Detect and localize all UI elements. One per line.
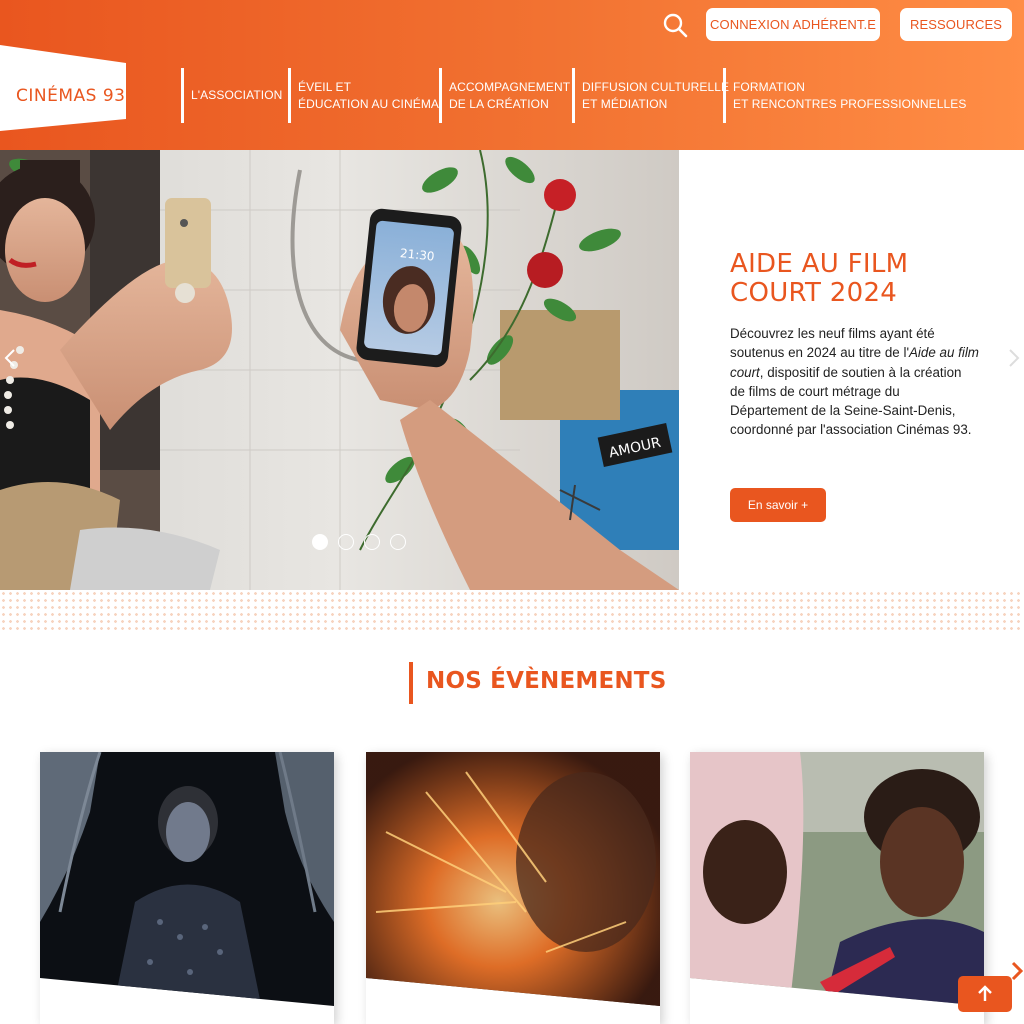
hero-desc-text: , dispositif de soutien à la création de…: [730, 364, 972, 438]
slider-dot-3[interactable]: [364, 534, 380, 550]
hero-title-line: AIDE AU FILM: [730, 249, 909, 279]
nav-item-accompagnement[interactable]: ACCOMPAGNEMENT DE LA CRÉATION: [439, 68, 571, 123]
nav-label: ÉDUCATION AU CINÉMA: [298, 96, 440, 111]
nav-label: FORMATION: [733, 79, 806, 94]
nav-label: ET MÉDIATION: [582, 96, 668, 111]
arrow-up-icon: [978, 985, 992, 1001]
logo-text: CINÉMAS 93: [16, 86, 126, 106]
hero-description: Découvrez les neuf films ayant été soute…: [730, 324, 980, 440]
event-card-image: [40, 752, 334, 1006]
nav-label: ÉVEIL ET: [298, 79, 352, 94]
event-card[interactable]: [366, 752, 660, 1024]
chevron-left-icon: [4, 349, 15, 367]
slider-prev-button[interactable]: [2, 346, 18, 370]
dotted-separator: [0, 590, 1024, 630]
member-login-button[interactable]: CONNEXION ADHÉRENT.E: [706, 8, 880, 41]
search-icon: [663, 13, 688, 38]
event-card[interactable]: [690, 752, 984, 1024]
hero-desc-text: Découvrez les neuf films ayant été soute…: [730, 326, 935, 361]
event-card-image: [690, 752, 984, 1006]
slider-dot-1[interactable]: [312, 534, 328, 550]
slider-next-button[interactable]: [1006, 346, 1022, 370]
slider-dot-2[interactable]: [338, 534, 354, 550]
nav-item-association[interactable]: L'ASSOCIATION: [181, 68, 283, 123]
nav-label: L'ASSOCIATION: [191, 88, 283, 102]
event-card-image: [366, 752, 660, 1006]
scroll-to-top-button[interactable]: [958, 976, 1012, 1012]
nav-item-diffusion[interactable]: DIFFUSION CULTURELLE ET MÉDIATION: [572, 68, 730, 123]
nav-label: DE LA CRÉATION: [449, 96, 549, 111]
nav-label: ACCOMPAGNEMENT: [449, 79, 571, 94]
event-card[interactable]: [40, 752, 334, 1024]
nav-label: ET RENCONTRES PROFESSIONNELLES: [733, 96, 967, 111]
nav-item-formation[interactable]: FORMATION ET RENCONTRES PROFESSIONNELLES: [723, 68, 967, 123]
slider-dot-4[interactable]: [390, 534, 406, 550]
nav-label: DIFFUSION CULTURELLE: [582, 79, 730, 94]
nav-item-eveil[interactable]: ÉVEIL ET ÉDUCATION AU CINÉMA: [288, 68, 440, 123]
hero-title: AIDE AU FILM COURT 2024: [730, 250, 970, 308]
chevron-right-icon: [1009, 349, 1020, 367]
hero-slide-image: AMOUR 21:30: [0, 150, 679, 590]
events-next-button[interactable]: [1010, 960, 1024, 982]
events-section-title: NOS ÉVÈNEMENTS: [426, 668, 667, 694]
learn-more-button[interactable]: En savoir +: [730, 488, 826, 522]
hero-title-line: COURT 2024: [730, 278, 898, 308]
resources-button[interactable]: RESSOURCES: [900, 8, 1012, 41]
search-button[interactable]: [660, 10, 690, 40]
slider-dots: [312, 534, 406, 550]
section-title-accent: [409, 662, 413, 704]
chevron-right-icon: [1011, 961, 1024, 981]
